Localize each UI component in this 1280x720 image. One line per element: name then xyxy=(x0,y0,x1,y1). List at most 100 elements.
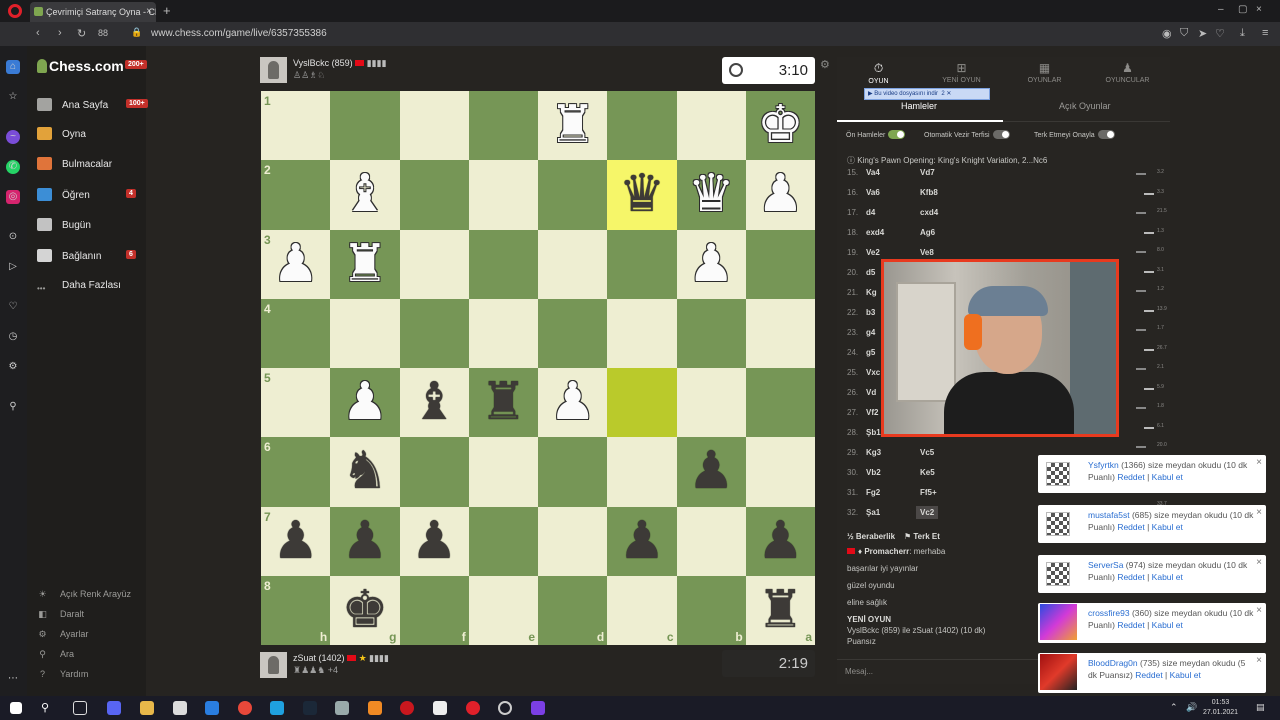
square-g5[interactable]: ♟ xyxy=(330,368,400,438)
white-move[interactable]: Kg xyxy=(866,288,877,297)
white-move[interactable]: Vxc xyxy=(866,368,880,377)
black-move[interactable]: Ff5+ xyxy=(920,488,937,497)
app-icon[interactable] xyxy=(335,701,349,715)
whatsapp-icon[interactable]: ✆ xyxy=(6,160,20,174)
decline-link[interactable]: Reddet xyxy=(1117,620,1144,630)
square-f7[interactable]: ♟ xyxy=(399,506,469,576)
square-d2[interactable] xyxy=(538,160,608,230)
white-bishop-icon[interactable]: ♝ xyxy=(330,160,399,229)
more-icon[interactable]: ⋯ xyxy=(6,672,20,686)
square-f2[interactable] xyxy=(399,160,469,230)
notification-center-icon[interactable]: ▤ xyxy=(1256,702,1265,713)
black-pawn-icon[interactable]: ♟ xyxy=(330,507,399,576)
square-a6[interactable] xyxy=(745,437,815,507)
square-c1[interactable] xyxy=(607,91,677,161)
black-move[interactable]: Ve8 xyxy=(920,248,934,257)
black-move[interactable]: cxd4 xyxy=(920,208,938,217)
white-pawn-icon[interactable]: ♟ xyxy=(330,368,399,437)
board-settings-icon[interactable]: ⚙ xyxy=(820,58,830,71)
square-h1[interactable]: 1 xyxy=(261,91,331,161)
square-g3[interactable]: ♜ xyxy=(330,229,400,299)
square-f1[interactable] xyxy=(399,91,469,161)
search-icon[interactable]: ⚲ xyxy=(41,701,55,715)
square-d4[interactable] xyxy=(538,298,608,368)
camera-icon[interactable]: ◉ xyxy=(1162,27,1172,40)
square-a7[interactable]: ♟ xyxy=(745,506,815,576)
sidebar-item-6[interactable]: ••• Daha Fazlası xyxy=(37,280,121,297)
close-icon[interactable]: × xyxy=(1256,507,1262,518)
decline-link[interactable]: Reddet xyxy=(1117,572,1144,582)
square-e7[interactable] xyxy=(468,506,538,576)
square-h5[interactable]: 5 xyxy=(261,368,331,438)
white-move[interactable]: exd4 xyxy=(866,228,884,237)
white-pawn-icon[interactable]: ♟ xyxy=(538,368,607,437)
white-move[interactable]: d5 xyxy=(866,268,875,277)
tab-open-games[interactable]: Açık Oyunlar xyxy=(1059,101,1111,111)
white-pawn-icon[interactable]: ♟ xyxy=(677,230,746,299)
system-clock[interactable]: 01:53 27.01.2021 xyxy=(1203,698,1238,718)
black-king-icon[interactable]: ♚ xyxy=(330,576,399,645)
history-icon[interactable]: ◷ xyxy=(6,330,20,344)
panel-tab-2[interactable]: ▦ OYUNLAR xyxy=(1003,61,1086,84)
opera-home-icon[interactable]: ⌂ xyxy=(6,60,20,74)
square-a5[interactable] xyxy=(745,368,815,438)
sidebar-item-2[interactable]: Bulmacalar xyxy=(37,157,112,170)
app-circle-icon[interactable] xyxy=(498,701,512,715)
close-icon[interactable]: × xyxy=(1256,557,1262,568)
my-flow-icon[interactable]: ♡ xyxy=(6,300,20,314)
square-f6[interactable] xyxy=(399,437,469,507)
square-d3[interactable] xyxy=(538,229,608,299)
black-move[interactable]: Kfb8 xyxy=(920,188,938,197)
heart-icon[interactable]: ♡ xyxy=(1215,27,1225,40)
square-b6[interactable]: ♟ xyxy=(676,437,746,507)
opera-logo-icon[interactable] xyxy=(8,4,22,18)
square-a4[interactable] xyxy=(745,298,815,368)
black-pawn-icon[interactable]: ♟ xyxy=(607,507,676,576)
square-b1[interactable] xyxy=(676,91,746,161)
square-d6[interactable] xyxy=(538,437,608,507)
volume-icon[interactable]: 🔊 xyxy=(1186,702,1197,713)
panel-tab-3[interactable]: ♟ OYUNCULAR xyxy=(1086,61,1169,84)
square-c8[interactable]: c xyxy=(607,575,677,645)
white-move[interactable]: Vb2 xyxy=(866,468,881,477)
close-icon[interactable]: × xyxy=(1256,457,1262,468)
reload-icon[interactable]: ↻ xyxy=(77,27,86,40)
sidebar-bottom-item-3[interactable]: ⚲ Ara xyxy=(37,649,74,660)
square-b7[interactable] xyxy=(676,506,746,576)
forward-icon[interactable]: › xyxy=(58,27,62,39)
square-g6[interactable]: ♞ xyxy=(330,437,400,507)
square-c2[interactable]: ♛ xyxy=(607,160,677,230)
accept-link[interactable]: Kabul et xyxy=(1152,620,1183,630)
accept-link[interactable]: Kabul et xyxy=(1152,472,1183,482)
white-move[interactable]: Va6 xyxy=(866,188,880,197)
panel-tab-0[interactable]: ⏱ OYUN xyxy=(837,61,920,85)
white-rook-icon[interactable]: ♜ xyxy=(330,230,399,299)
messenger-icon[interactable]: ~ xyxy=(6,130,20,144)
store-icon[interactable] xyxy=(173,701,187,715)
white-king-icon[interactable]: ♚ xyxy=(746,91,815,160)
notepad-icon[interactable] xyxy=(433,701,447,715)
vscode-icon[interactable] xyxy=(205,701,219,715)
obs-icon[interactable] xyxy=(400,701,414,715)
shield-icon[interactable]: ⛉ xyxy=(1180,27,1188,40)
challenger-name[interactable]: crossfire93 xyxy=(1088,608,1130,618)
square-g2[interactable]: ♝ xyxy=(330,160,400,230)
black-move[interactable]: Vc5 xyxy=(920,448,934,457)
square-h7[interactable]: 7 ♟ xyxy=(261,506,331,576)
send-icon[interactable]: ➤ xyxy=(1198,27,1207,40)
white-move[interactable]: d4 xyxy=(866,208,875,217)
bookmarks-icon[interactable]: ☆ xyxy=(6,90,20,104)
download-icon[interactable]: ⤓ xyxy=(1240,27,1245,40)
square-a8[interactable]: a ♜ xyxy=(745,575,815,645)
player-name[interactable]: zSuat (1402) ★ ▮▮▮▮ xyxy=(293,653,389,664)
challenger-name[interactable]: BloodDrag0n xyxy=(1088,658,1138,668)
resign-button[interactable]: ⚑ Terk Et xyxy=(904,532,940,541)
accept-link[interactable]: Kabul et xyxy=(1170,670,1201,680)
black-pawn-icon[interactable]: ♟ xyxy=(400,507,469,576)
challenger-name[interactable]: ServerSa xyxy=(1088,560,1123,570)
black-pawn-icon[interactable]: ♟ xyxy=(677,437,746,506)
square-e2[interactable] xyxy=(468,160,538,230)
steam-icon[interactable] xyxy=(303,701,317,715)
avatar[interactable] xyxy=(260,652,287,678)
white-pawn-icon[interactable]: ♟ xyxy=(746,160,815,229)
